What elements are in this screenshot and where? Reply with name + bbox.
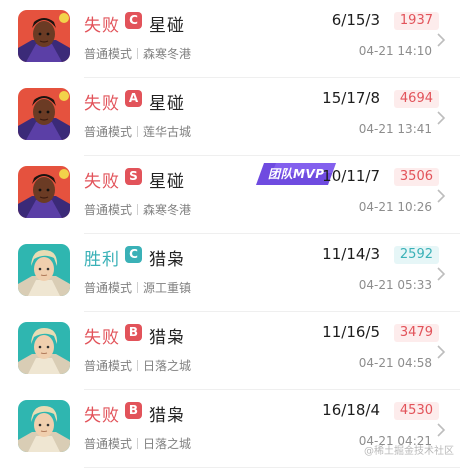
divider	[137, 282, 139, 293]
blonde-hero-avatar	[18, 322, 70, 374]
kda: 15/17/8	[322, 89, 380, 107]
hero-name: 星碰	[149, 16, 185, 36]
kda: 10/11/7	[322, 167, 380, 185]
game-mode: 普通模式	[84, 437, 133, 451]
chevron-right-icon[interactable]	[436, 32, 446, 51]
match-time: 04-21 13:41	[358, 122, 432, 136]
match-result: 失败	[84, 16, 120, 36]
grade-badge: C	[125, 246, 142, 263]
match-result: 失败	[84, 406, 120, 426]
match-result: 胜利	[84, 250, 120, 270]
match-time: 04-21 10:26	[358, 200, 432, 214]
match-meta: 普通模式 森寒冬港	[84, 201, 191, 218]
grade-badge: S	[125, 168, 142, 185]
hero-name: 猎枭	[149, 328, 185, 348]
divider	[137, 204, 139, 215]
chevron-right-icon[interactable]	[436, 344, 446, 363]
match-meta: 普通模式 日落之城	[84, 357, 191, 374]
match-result: 失败	[84, 94, 120, 114]
chevron-right-icon[interactable]	[436, 266, 446, 285]
match-row[interactable]: 失败 A 星碰 普通模式 莲华古城 15/17/8 4694 04-21 13:4…	[0, 78, 460, 156]
grade-badge: B	[125, 324, 142, 341]
map-name: 日落之城	[143, 437, 192, 451]
divider	[137, 126, 139, 137]
chevron-right-icon[interactable]	[436, 188, 446, 207]
match-time: 04-21 14:10	[358, 44, 432, 58]
match-meta: 普通模式 日落之城	[84, 435, 191, 452]
dark-skinned-hero-avatar	[18, 10, 70, 62]
match-row[interactable]: 失败 C 星碰 普通模式 森寒冬港 6/15/3 1937 04-21 14:10	[0, 0, 460, 78]
chevron-right-icon[interactable]	[436, 110, 446, 129]
kda: 16/18/4	[322, 401, 380, 419]
game-mode: 普通模式	[84, 203, 133, 217]
match-result: 失败	[84, 328, 120, 348]
score-badge: 3506	[393, 168, 439, 186]
game-mode: 普通模式	[84, 47, 133, 61]
blonde-hero-avatar	[18, 244, 70, 296]
score-badge: 4530	[393, 402, 439, 420]
map-name: 日落之城	[143, 359, 192, 373]
map-name: 莲华古城	[143, 125, 192, 139]
game-mode: 普通模式	[84, 125, 133, 139]
match-meta: 普通模式 森寒冬港	[84, 45, 191, 62]
score-badge: 3479	[393, 324, 439, 342]
game-mode: 普通模式	[84, 281, 133, 295]
dark-skinned-hero-avatar	[18, 166, 70, 218]
kda: 11/14/3	[322, 245, 380, 263]
match-result: 失败	[84, 172, 120, 192]
divider	[137, 438, 139, 449]
game-mode: 普通模式	[84, 359, 133, 373]
score-badge: 4694	[393, 90, 439, 108]
kda: 6/15/3	[331, 11, 380, 29]
grade-badge: C	[125, 12, 142, 29]
mvp-label: 团队MVP	[268, 167, 325, 181]
match-row[interactable]: 失败 B 猎枭 普通模式 日落之城 11/16/5 3479 04-21 04:5…	[0, 312, 460, 390]
match-row[interactable]: 胜利 C 猎枭 普通模式 源工重镇 11/14/3 2592 04-21 05:3…	[0, 234, 460, 312]
watermark: @稀土掘金技术社区	[364, 446, 454, 457]
score-badge: 1937	[393, 12, 439, 30]
hero-name: 猎枭	[149, 250, 185, 270]
map-name: 森寒冬港	[143, 47, 192, 61]
hero-name: 星碰	[149, 172, 185, 192]
match-time: 04-21 04:58	[358, 356, 432, 370]
kda: 11/16/5	[322, 323, 380, 341]
match-meta: 普通模式 莲华古城	[84, 123, 191, 140]
match-time: 04-21 05:33	[358, 278, 432, 292]
grade-badge: B	[125, 402, 142, 419]
map-name: 森寒冬港	[143, 203, 192, 217]
divider	[137, 360, 139, 371]
dark-skinned-hero-avatar	[18, 88, 70, 140]
chevron-right-icon[interactable]	[436, 422, 446, 441]
divider	[137, 48, 139, 59]
hero-name: 星碰	[149, 94, 185, 114]
match-row[interactable]: 失败 S 星碰 普通模式 森寒冬港 团队MVP 10/11/7 3506 04-2…	[0, 156, 460, 234]
blonde-hero-avatar	[18, 400, 70, 452]
match-meta: 普通模式 源工重镇	[84, 279, 191, 296]
map-name: 源工重镇	[143, 281, 192, 295]
hero-name: 猎枭	[149, 406, 185, 426]
score-badge: 2592	[393, 246, 439, 264]
grade-badge: A	[125, 90, 142, 107]
